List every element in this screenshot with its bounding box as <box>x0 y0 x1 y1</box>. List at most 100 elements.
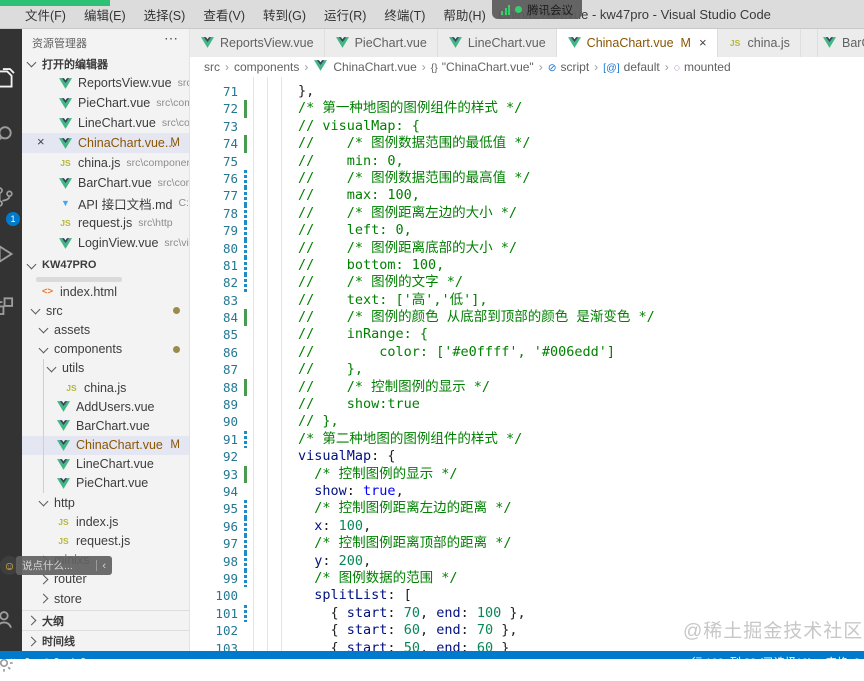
code-line[interactable]: 85 // inRange: { <box>190 326 864 343</box>
tree-item-components[interactable]: components <box>22 340 189 359</box>
line-number[interactable]: 76 <box>190 170 244 187</box>
menu-item[interactable]: 转到(G) <box>254 5 315 24</box>
menu-item[interactable]: 文件(F) <box>16 5 75 24</box>
code-line[interactable]: 83 // text: ['高','低'], <box>190 292 864 309</box>
tree-item-http[interactable]: http <box>22 493 189 512</box>
timeline-section-header[interactable]: 时间线 <box>22 630 189 651</box>
tree-item-store[interactable]: store <box>22 589 189 608</box>
tree-item-assets[interactable]: assets <box>22 320 189 339</box>
open-editor-item[interactable]: LoginView.vue src\vie... <box>22 233 189 253</box>
code-line[interactable]: 88 // /* 控制图例的显示 */ <box>190 378 864 397</box>
code-editor[interactable]: 71}, 72/* 第一种地图的图例组件的样式 */73// visualMap:… <box>190 77 864 651</box>
open-editor-item[interactable]: JS china.js src\componen... <box>22 153 189 173</box>
breadcrumb-item[interactable]: components <box>234 60 299 74</box>
code-line[interactable]: 81 // bottom: 100, <box>190 256 864 275</box>
line-number[interactable]: 77 <box>190 187 244 204</box>
line-number[interactable]: 75 <box>190 153 244 170</box>
menu-item[interactable]: 编辑(E) <box>75 5 135 24</box>
close-icon[interactable]: × <box>37 134 45 149</box>
menu-item[interactable]: 运行(R) <box>315 5 375 24</box>
menu-item[interactable]: 终端(T) <box>375 5 434 24</box>
code-line[interactable]: 82 // /* 图例的文字 */ <box>190 274 864 292</box>
line-number[interactable]: 90 <box>190 413 244 430</box>
tree-item-linechart-vue[interactable]: LineChart.vue <box>22 455 189 474</box>
code-line[interactable]: 97 /* 控制图例距离顶部的距离 */ <box>190 535 864 553</box>
tree-item-index-html[interactable]: <> index.html <box>22 282 189 301</box>
line-number[interactable]: 97 <box>190 535 244 552</box>
code-line[interactable]: 94 show: true, <box>190 483 864 500</box>
tree-item-chinachart-vue[interactable]: ChinaChart.vue M <box>22 435 189 455</box>
line-number[interactable]: 85 <box>190 326 244 343</box>
line-number[interactable]: 87 <box>190 361 244 378</box>
code-line[interactable]: 96 x: 100, <box>190 517 864 536</box>
tab-chinachart-vue[interactable]: ChinaChart.vue M × <box>556 28 718 57</box>
breadcrumb-item[interactable]: ◌ mounted <box>674 60 731 74</box>
cursor-position[interactable]: 行 100, 列 23 (已选择19) <box>691 654 811 659</box>
line-number[interactable]: 79 <box>190 222 244 239</box>
menu-item[interactable]: 帮助(H) <box>434 5 494 24</box>
tree-item-index-js[interactable]: JS index.js <box>22 512 189 531</box>
code-line[interactable]: 75 // min: 0, <box>190 153 864 170</box>
line-number[interactable]: 83 <box>190 292 244 309</box>
search-icon[interactable] <box>0 122 17 148</box>
line-number[interactable]: 78 <box>190 205 244 222</box>
menu-item[interactable]: 选择(S) <box>135 5 195 24</box>
indentation-setting[interactable]: 空格: 2 <box>826 654 860 659</box>
open-editor-item[interactable]: JS request.js src\http <box>22 213 189 233</box>
line-number[interactable]: 99 <box>190 570 244 587</box>
line-number[interactable]: 73 <box>190 118 244 135</box>
open-editor-item[interactable]: PieChart.vue src\comp... <box>22 93 189 113</box>
tree-item-request-js[interactable]: JS request.js <box>22 531 189 550</box>
line-number[interactable]: 95 <box>190 500 244 517</box>
line-number[interactable]: 82 <box>190 274 244 291</box>
line-number[interactable]: 101 <box>190 605 244 622</box>
workspace-section-header[interactable]: KW47PRO <box>22 256 189 274</box>
line-number[interactable]: 74 <box>190 135 244 152</box>
tab-barchart-vue[interactable]: BarChart.vue <box>818 28 864 57</box>
open-editor-item[interactable]: LineChart.vue src\com... <box>22 113 189 133</box>
open-editor-item[interactable]: BarChart.vue src\com... <box>22 173 189 193</box>
extensions-icon[interactable] <box>0 294 17 320</box>
tab-china-js[interactable]: JS china.js <box>717 28 801 57</box>
line-number[interactable]: 89 <box>190 396 244 413</box>
tab-linechart-vue[interactable]: LineChart.vue <box>437 28 557 57</box>
code-line[interactable]: 89 // show:true <box>190 396 864 413</box>
source-control-icon[interactable] <box>0 184 17 210</box>
tree-item-src[interactable]: src <box>22 301 189 320</box>
code-line[interactable]: 80 // /* 图例距离底部的大小 */ <box>190 239 864 257</box>
open-editors-section-header[interactable]: 打开的编辑器 <box>22 54 189 73</box>
line-number[interactable]: 93 <box>190 466 244 483</box>
tree-item-china-js[interactable]: JS china.js <box>22 378 189 397</box>
line-number[interactable]: 71 <box>190 83 244 100</box>
more-actions-icon[interactable]: ⋯ <box>164 30 179 47</box>
meeting-chat-input[interactable]: 说点什么... ‹ <box>16 556 112 575</box>
menu-item[interactable]: 查看(V) <box>194 5 254 24</box>
line-number[interactable]: 94 <box>190 483 244 500</box>
breadcrumb-item[interactable]: [@] default <box>603 60 660 74</box>
tree-item-barchart-vue[interactable]: BarChart.vue <box>22 416 189 435</box>
code-line[interactable]: 100 splitList: [ <box>190 587 864 604</box>
open-editor-item[interactable]: ▼ API 接口文档.md C:\U... <box>22 193 189 213</box>
line-number[interactable]: 100 <box>190 587 244 604</box>
code-line[interactable]: 95 /* 控制图例距离左边的距离 */ <box>190 500 864 518</box>
line-number[interactable]: 88 <box>190 379 244 396</box>
open-editor-item[interactable]: × ChinaChart.vue... M <box>22 133 189 153</box>
tree-item-piechart-vue[interactable]: PieChart.vue <box>22 474 189 493</box>
breadcrumb-item[interactable]: {} "ChinaChart.vue" <box>431 60 534 74</box>
line-number[interactable]: 84 <box>190 309 244 326</box>
code-line[interactable]: 86 // color: ['#e0ffff', '#006edd'] <box>190 344 864 361</box>
code-line[interactable]: 74 // /* 图例数据范围的最低值 */ <box>190 135 864 153</box>
code-line[interactable]: 79 // left: 0, <box>190 222 864 240</box>
line-number[interactable]: 81 <box>190 257 244 274</box>
line-number[interactable]: 98 <box>190 553 244 570</box>
code-line[interactable]: 87 // }, <box>190 361 864 378</box>
code-line[interactable]: 84 // /* 图例的颜色 从底部到顶部的颜色 是渐变色 */ <box>190 309 864 327</box>
code-line[interactable]: 99 /* 图例数据的范围 */ <box>190 569 864 588</box>
line-number[interactable]: 91 <box>190 431 244 448</box>
line-number[interactable]: 86 <box>190 344 244 361</box>
breadcrumb-item[interactable]: src <box>204 60 220 74</box>
open-editor-item[interactable]: ReportsView.vue src\v... <box>22 73 189 93</box>
line-number[interactable]: 96 <box>190 518 244 535</box>
line-number[interactable]: 72 <box>190 100 244 117</box>
code-line[interactable]: 73 // visualMap: { <box>190 118 864 135</box>
